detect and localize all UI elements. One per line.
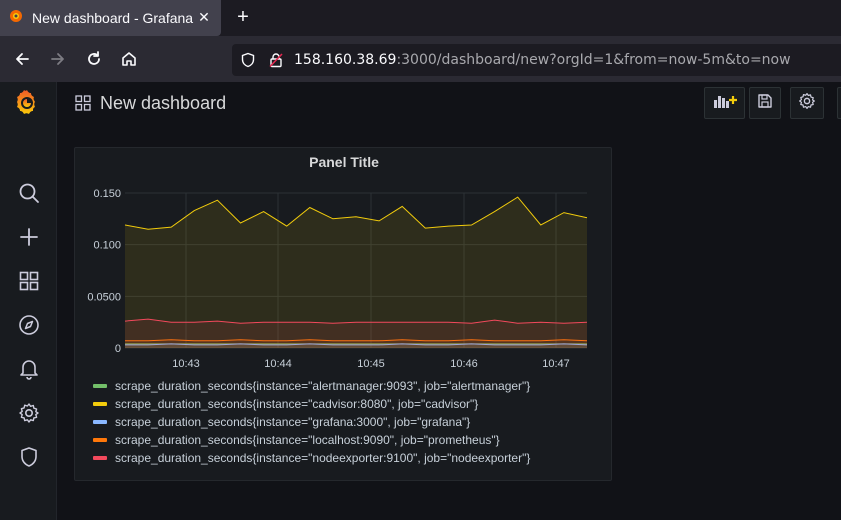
save-icon: [757, 93, 773, 114]
dashboard-settings-button[interactable]: [790, 87, 824, 119]
x-tick-label: 10:43: [172, 358, 200, 370]
legend-item[interactable]: scrape_duration_seconds{instance="nodeex…: [93, 449, 530, 467]
legend-color-swatch[interactable]: [93, 402, 107, 406]
back-arrow-icon[interactable]: [10, 47, 34, 71]
reload-icon[interactable]: [82, 47, 106, 71]
add-panel-icon: [713, 93, 737, 114]
search-icon[interactable]: [17, 181, 41, 205]
legend-label[interactable]: scrape_duration_seconds{instance="alertm…: [115, 379, 530, 393]
y-tick-label: 0: [115, 343, 121, 355]
dashboards-icon[interactable]: [17, 269, 41, 293]
graph-plot: 0 0.0500 0.100 0.150 10:43 10:44 10:45 10:46 10:…: [87, 188, 588, 370]
shield-icon[interactable]: [17, 445, 41, 469]
grafana-sidebar: [0, 82, 57, 520]
url-path: :3000/dashboard/new?orgId=1&from=now-5m&…: [396, 52, 791, 68]
y-tick-label: 0.150: [93, 188, 121, 200]
shield-tracking-icon[interactable]: [240, 52, 256, 68]
legend-item[interactable]: scrape_duration_seconds{instance="cadvis…: [93, 395, 478, 413]
url-text: 158.160.38.69:3000/dashboard/new?orgId=1…: [294, 52, 791, 68]
browser-tab[interactable]: New dashboard - Grafana ✕: [0, 0, 221, 36]
y-tick-label: 0.0500: [87, 291, 121, 303]
legend-label[interactable]: scrape_duration_seconds{instance="grafan…: [115, 415, 470, 429]
dashboard-header: New dashboard: [57, 82, 841, 128]
close-tab-icon[interactable]: ✕: [195, 8, 213, 26]
browser-nav-bar: 158.160.38.69:3000/dashboard/new?orgId=1…: [0, 36, 841, 82]
grafana-logo-icon[interactable]: [12, 88, 42, 118]
url-bar[interactable]: 158.160.38.69:3000/dashboard/new?orgId=1…: [232, 44, 841, 76]
y-tick-label: 0.100: [93, 240, 121, 252]
dashboard-title[interactable]: New dashboard: [100, 93, 226, 114]
legend-label[interactable]: scrape_duration_seconds{instance="localh…: [115, 433, 500, 447]
x-tick-label: 10:46: [450, 358, 478, 370]
forward-arrow-icon[interactable]: [46, 47, 70, 71]
x-tick-label: 10:45: [357, 358, 385, 370]
legend-item[interactable]: scrape_duration_seconds{instance="localh…: [93, 431, 500, 449]
grafana-favicon-icon: [8, 8, 24, 29]
legend-color-swatch[interactable]: [93, 384, 107, 388]
explore-compass-icon[interactable]: [17, 313, 41, 337]
browser-tab-bar: New dashboard - Grafana ✕ +: [0, 0, 841, 36]
cycle-view-button[interactable]: [837, 87, 841, 119]
tab-title: New dashboard - Grafana: [32, 10, 194, 26]
graph-panel: Panel Title 0 0.0500 0.100 0.150 10:43 10:44 1…: [74, 147, 612, 481]
save-dashboard-button[interactable]: [749, 87, 781, 119]
add-panel-button[interactable]: [704, 87, 745, 119]
new-tab-button[interactable]: +: [231, 5, 255, 29]
legend-color-swatch[interactable]: [93, 420, 107, 424]
home-icon[interactable]: [117, 47, 141, 71]
insecure-lock-icon[interactable]: [268, 52, 284, 68]
legend-color-swatch[interactable]: [93, 456, 107, 460]
legend-color-swatch[interactable]: [93, 438, 107, 442]
x-tick-label: 10:44: [264, 358, 292, 370]
gear-icon: [798, 92, 816, 115]
alerting-bell-icon[interactable]: [17, 357, 41, 381]
legend-label[interactable]: scrape_duration_seconds{instance="cadvis…: [115, 397, 478, 411]
legend-label[interactable]: scrape_duration_seconds{instance="nodeex…: [115, 451, 530, 465]
url-host: 158.160.38.69: [294, 52, 397, 68]
legend-item[interactable]: scrape_duration_seconds{instance="alertm…: [93, 377, 530, 395]
settings-gear-icon[interactable]: [17, 401, 41, 425]
legend-item[interactable]: scrape_duration_seconds{instance="grafan…: [93, 413, 470, 431]
plus-icon[interactable]: [17, 225, 41, 249]
dashboard-grid-icon: [75, 95, 91, 116]
x-tick-label: 10:47: [542, 358, 570, 370]
